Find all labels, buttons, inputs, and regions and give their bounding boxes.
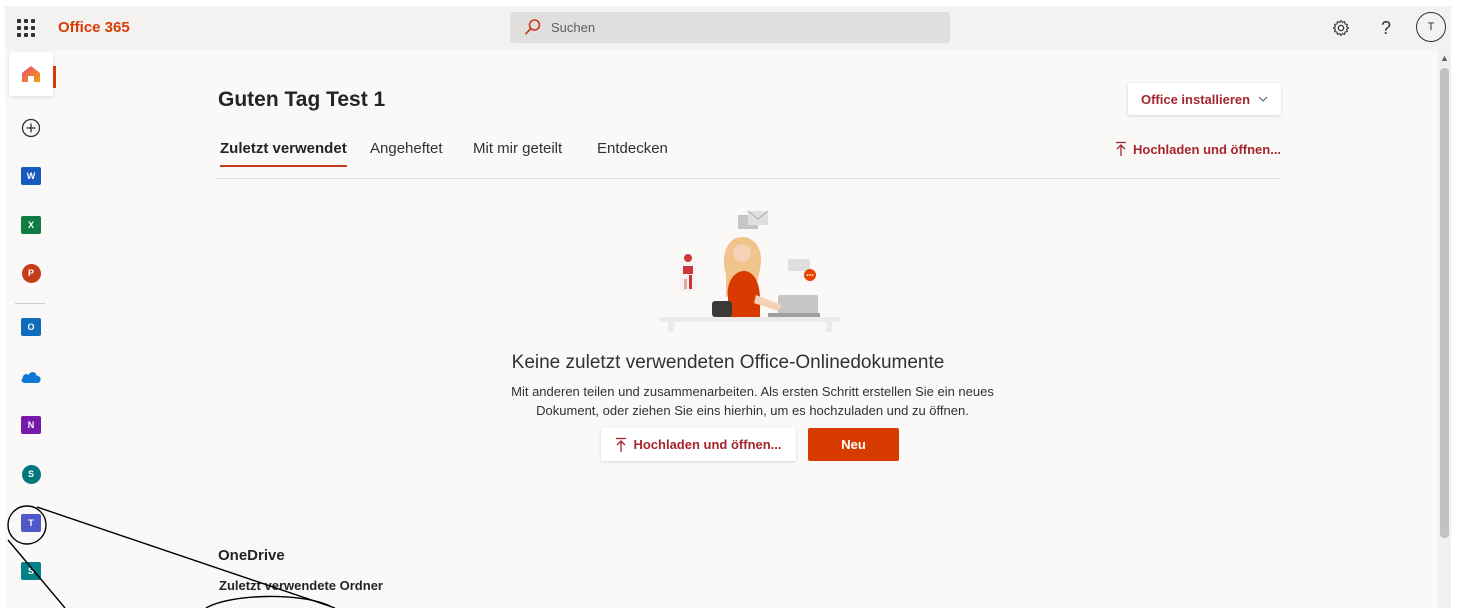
empty-state-illustration — [660, 210, 840, 332]
office-portal: Office 365 Suchen ? T W X P O N S T S ▲ … — [5, 6, 1451, 608]
scroll-thumb[interactable] — [1440, 68, 1449, 538]
plus-circle-icon — [21, 118, 41, 138]
tab-pinned[interactable]: Angeheftet — [370, 140, 443, 165]
waffle-icon[interactable] — [15, 17, 37, 39]
home-icon — [22, 66, 40, 82]
install-office-button[interactable]: Office installieren — [1128, 83, 1281, 115]
onenote-icon: N — [21, 416, 41, 434]
upload-open-link[interactable]: Hochladen und öffnen... — [1115, 141, 1281, 157]
sway-icon: S — [21, 562, 41, 580]
excel-icon: X — [21, 216, 41, 234]
search-box[interactable]: Suchen — [510, 12, 950, 43]
help-icon[interactable]: ? — [1372, 14, 1400, 42]
tab-shared[interactable]: Mit mir geteilt — [473, 140, 562, 165]
rail-item-create[interactable] — [9, 106, 53, 150]
rail-item-sway[interactable]: S — [9, 549, 53, 593]
page-title: Guten Tag Test 1 — [218, 88, 386, 111]
search-icon — [525, 19, 541, 35]
empty-state-description: Mit anderen teilen und zusammenarbeiten.… — [495, 382, 1010, 420]
active-indicator — [53, 66, 56, 88]
rail-item-powerpoint[interactable]: P — [9, 251, 53, 295]
top-bar: Office 365 Suchen ? T — [5, 6, 1451, 50]
sharepoint-icon: S — [21, 464, 41, 484]
upload-icon — [1116, 141, 1126, 156]
scroll-up-arrow[interactable]: ▲ — [1438, 52, 1451, 64]
new-document-button[interactable]: Neu — [808, 428, 899, 461]
rail-item-home[interactable] — [9, 52, 53, 96]
powerpoint-icon: P — [21, 263, 41, 283]
search-placeholder: Suchen — [551, 20, 596, 35]
tab-recent[interactable]: Zuletzt verwendet — [220, 140, 347, 167]
gear-icon — [1332, 19, 1350, 37]
rail-item-excel[interactable]: X — [9, 203, 53, 247]
scrollbar[interactable]: ▲ — [1438, 50, 1451, 608]
upload-open-button-label: Hochladen und öffnen... — [633, 437, 782, 452]
tab-discover[interactable]: Entdecken — [597, 140, 668, 165]
word-icon: W — [21, 167, 41, 185]
rail-item-onenote[interactable]: N — [9, 403, 53, 447]
upload-open-button[interactable]: Hochladen und öffnen... — [601, 428, 796, 461]
outlook-icon: O — [21, 318, 41, 336]
rail-item-sharepoint[interactable]: S — [9, 452, 53, 496]
install-office-label: Office installieren — [1140, 91, 1251, 107]
empty-state-description-line2: Dokument, oder ziehen Sie eins hierhin, … — [536, 403, 969, 418]
app-title[interactable]: Office 365 — [58, 19, 130, 36]
empty-state-description-line1: Mit anderen teilen und zusammenarbeiten.… — [511, 384, 994, 399]
recent-folders-heading: Zuletzt verwendete Ordner — [219, 578, 383, 593]
app-rail: W X P O N S T S — [5, 50, 57, 608]
onedrive-section-title: OneDrive — [218, 547, 285, 564]
rail-item-teams[interactable]: T — [9, 501, 53, 545]
chevron-down-icon — [1258, 96, 1268, 102]
empty-state-title: Keine zuletzt verwendeten Office-Onlined… — [511, 352, 945, 373]
upload-open-label: Hochladen und öffnen... — [1133, 141, 1282, 157]
rail-item-outlook[interactable]: O — [9, 305, 53, 349]
rail-divider — [15, 303, 45, 304]
upload-icon — [616, 437, 627, 452]
rail-item-word[interactable]: W — [9, 154, 53, 198]
avatar[interactable]: T — [1416, 12, 1446, 42]
settings-button[interactable] — [1327, 14, 1355, 42]
teams-icon: T — [21, 514, 41, 532]
tabs-divider — [216, 178, 1281, 179]
